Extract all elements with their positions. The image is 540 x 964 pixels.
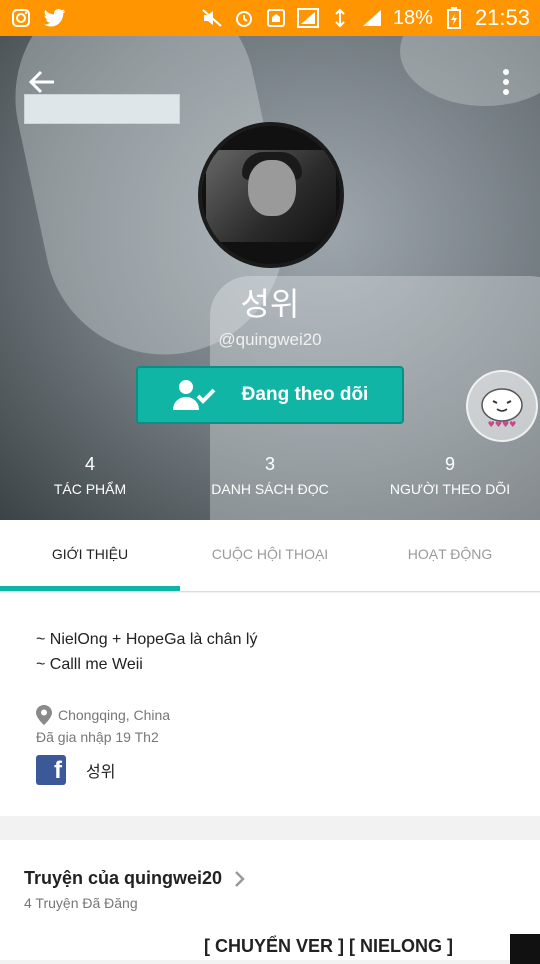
stat-followers-count: 9 bbox=[444, 454, 455, 474]
tab-activity[interactable]: HOẠT ĐỘNG bbox=[360, 520, 540, 591]
alarm-icon bbox=[233, 7, 255, 29]
chevron-right-icon bbox=[235, 870, 245, 887]
profile-stats: 4 TÁC PHẨM 3 DANH SÁCH ĐỌC 9 NGƯỜI THEO … bbox=[0, 454, 540, 497]
more-vert-icon bbox=[503, 69, 509, 95]
more-options-button[interactable] bbox=[492, 62, 520, 102]
story-cover[interactable] bbox=[24, 94, 180, 124]
battery-percent: 18% bbox=[392, 6, 433, 29]
stat-reading-lists[interactable]: 3 DANH SÁCH ĐỌC bbox=[180, 454, 360, 497]
stat-followers[interactable]: 9 NGƯỜI THEO DÕI bbox=[360, 454, 540, 497]
about-section: ~ NielOng + HopeGa là chân lý ~ Calll me… bbox=[0, 593, 540, 816]
location-pin-icon bbox=[36, 705, 52, 725]
facebook-link[interactable]: f 성위 bbox=[36, 755, 504, 785]
following-button[interactable]: Đang theo dõi bbox=[136, 366, 404, 424]
sticker-icon: ♥♥♥♥ bbox=[466, 370, 538, 442]
bio-line: ~ Calll me Weii bbox=[36, 656, 143, 673]
mute-icon bbox=[201, 7, 223, 29]
stat-works-label: TÁC PHẨM bbox=[53, 481, 127, 497]
stat-reading-lists-count: 3 bbox=[264, 454, 275, 474]
status-bar-left bbox=[10, 7, 66, 29]
arrow-back-icon bbox=[28, 70, 54, 94]
following-button-label: Đang theo dõi bbox=[241, 384, 369, 405]
facebook-icon: f bbox=[36, 755, 66, 785]
status-bar: 18% 21:53 bbox=[0, 0, 540, 36]
stat-reading-lists-label: DANH SÁCH ĐỌC bbox=[211, 481, 329, 497]
joined-date: Đã gia nhập 19 Th2 bbox=[36, 729, 159, 745]
home-icon bbox=[265, 7, 287, 29]
profile-tabs: GIỚI THIỆU CUỘC HỘI THOẠI HOẠT ĐỘNG bbox=[0, 520, 540, 592]
avatar[interactable] bbox=[198, 122, 344, 268]
tab-conversations[interactable]: CUỘC HỘI THOẠI bbox=[180, 520, 360, 591]
stat-followers-label: NGƯỜI THEO DÕI bbox=[389, 481, 511, 497]
signal-icon bbox=[361, 7, 383, 29]
display-name: 성위 bbox=[240, 285, 300, 323]
status-bar-right: 18% 21:53 bbox=[201, 5, 530, 31]
stories-count: 4 Truyện Đã Đăng bbox=[24, 895, 138, 911]
user-check-icon bbox=[172, 380, 216, 410]
tab-about[interactable]: GIỚI THIỆU bbox=[0, 520, 180, 591]
twitter-icon bbox=[44, 7, 66, 29]
bio-line: ~ NielOng + HopeGa là chân lý bbox=[36, 631, 258, 648]
location-text: Chongqing, China bbox=[58, 707, 171, 723]
avatar-photo-face bbox=[248, 160, 296, 216]
stat-works[interactable]: 4 TÁC PHẨM bbox=[0, 454, 180, 497]
clock: 21:53 bbox=[474, 5, 530, 30]
stories-title: Truyện của quingwei20 bbox=[24, 868, 223, 888]
story-title[interactable]: [ CHUYỂN VER ] [ NIELONG ] bbox=[204, 936, 453, 957]
location-row: Chongqing, China bbox=[36, 705, 504, 725]
bio: ~ NielOng + HopeGa là chân lý ~ Calll me… bbox=[36, 627, 504, 677]
data-icon bbox=[329, 7, 351, 29]
battery-icon bbox=[443, 7, 465, 29]
signal-alt-icon bbox=[296, 7, 319, 29]
svg-text:♥♥♥♥: ♥♥♥♥ bbox=[488, 420, 517, 429]
facebook-name: 성위 bbox=[86, 764, 116, 781]
instagram-icon bbox=[10, 7, 32, 29]
stat-works-count: 4 bbox=[84, 454, 95, 474]
stories-header[interactable]: Truyện của quingwei20 bbox=[24, 868, 516, 889]
username-handle: @quingwei20 bbox=[218, 330, 322, 349]
